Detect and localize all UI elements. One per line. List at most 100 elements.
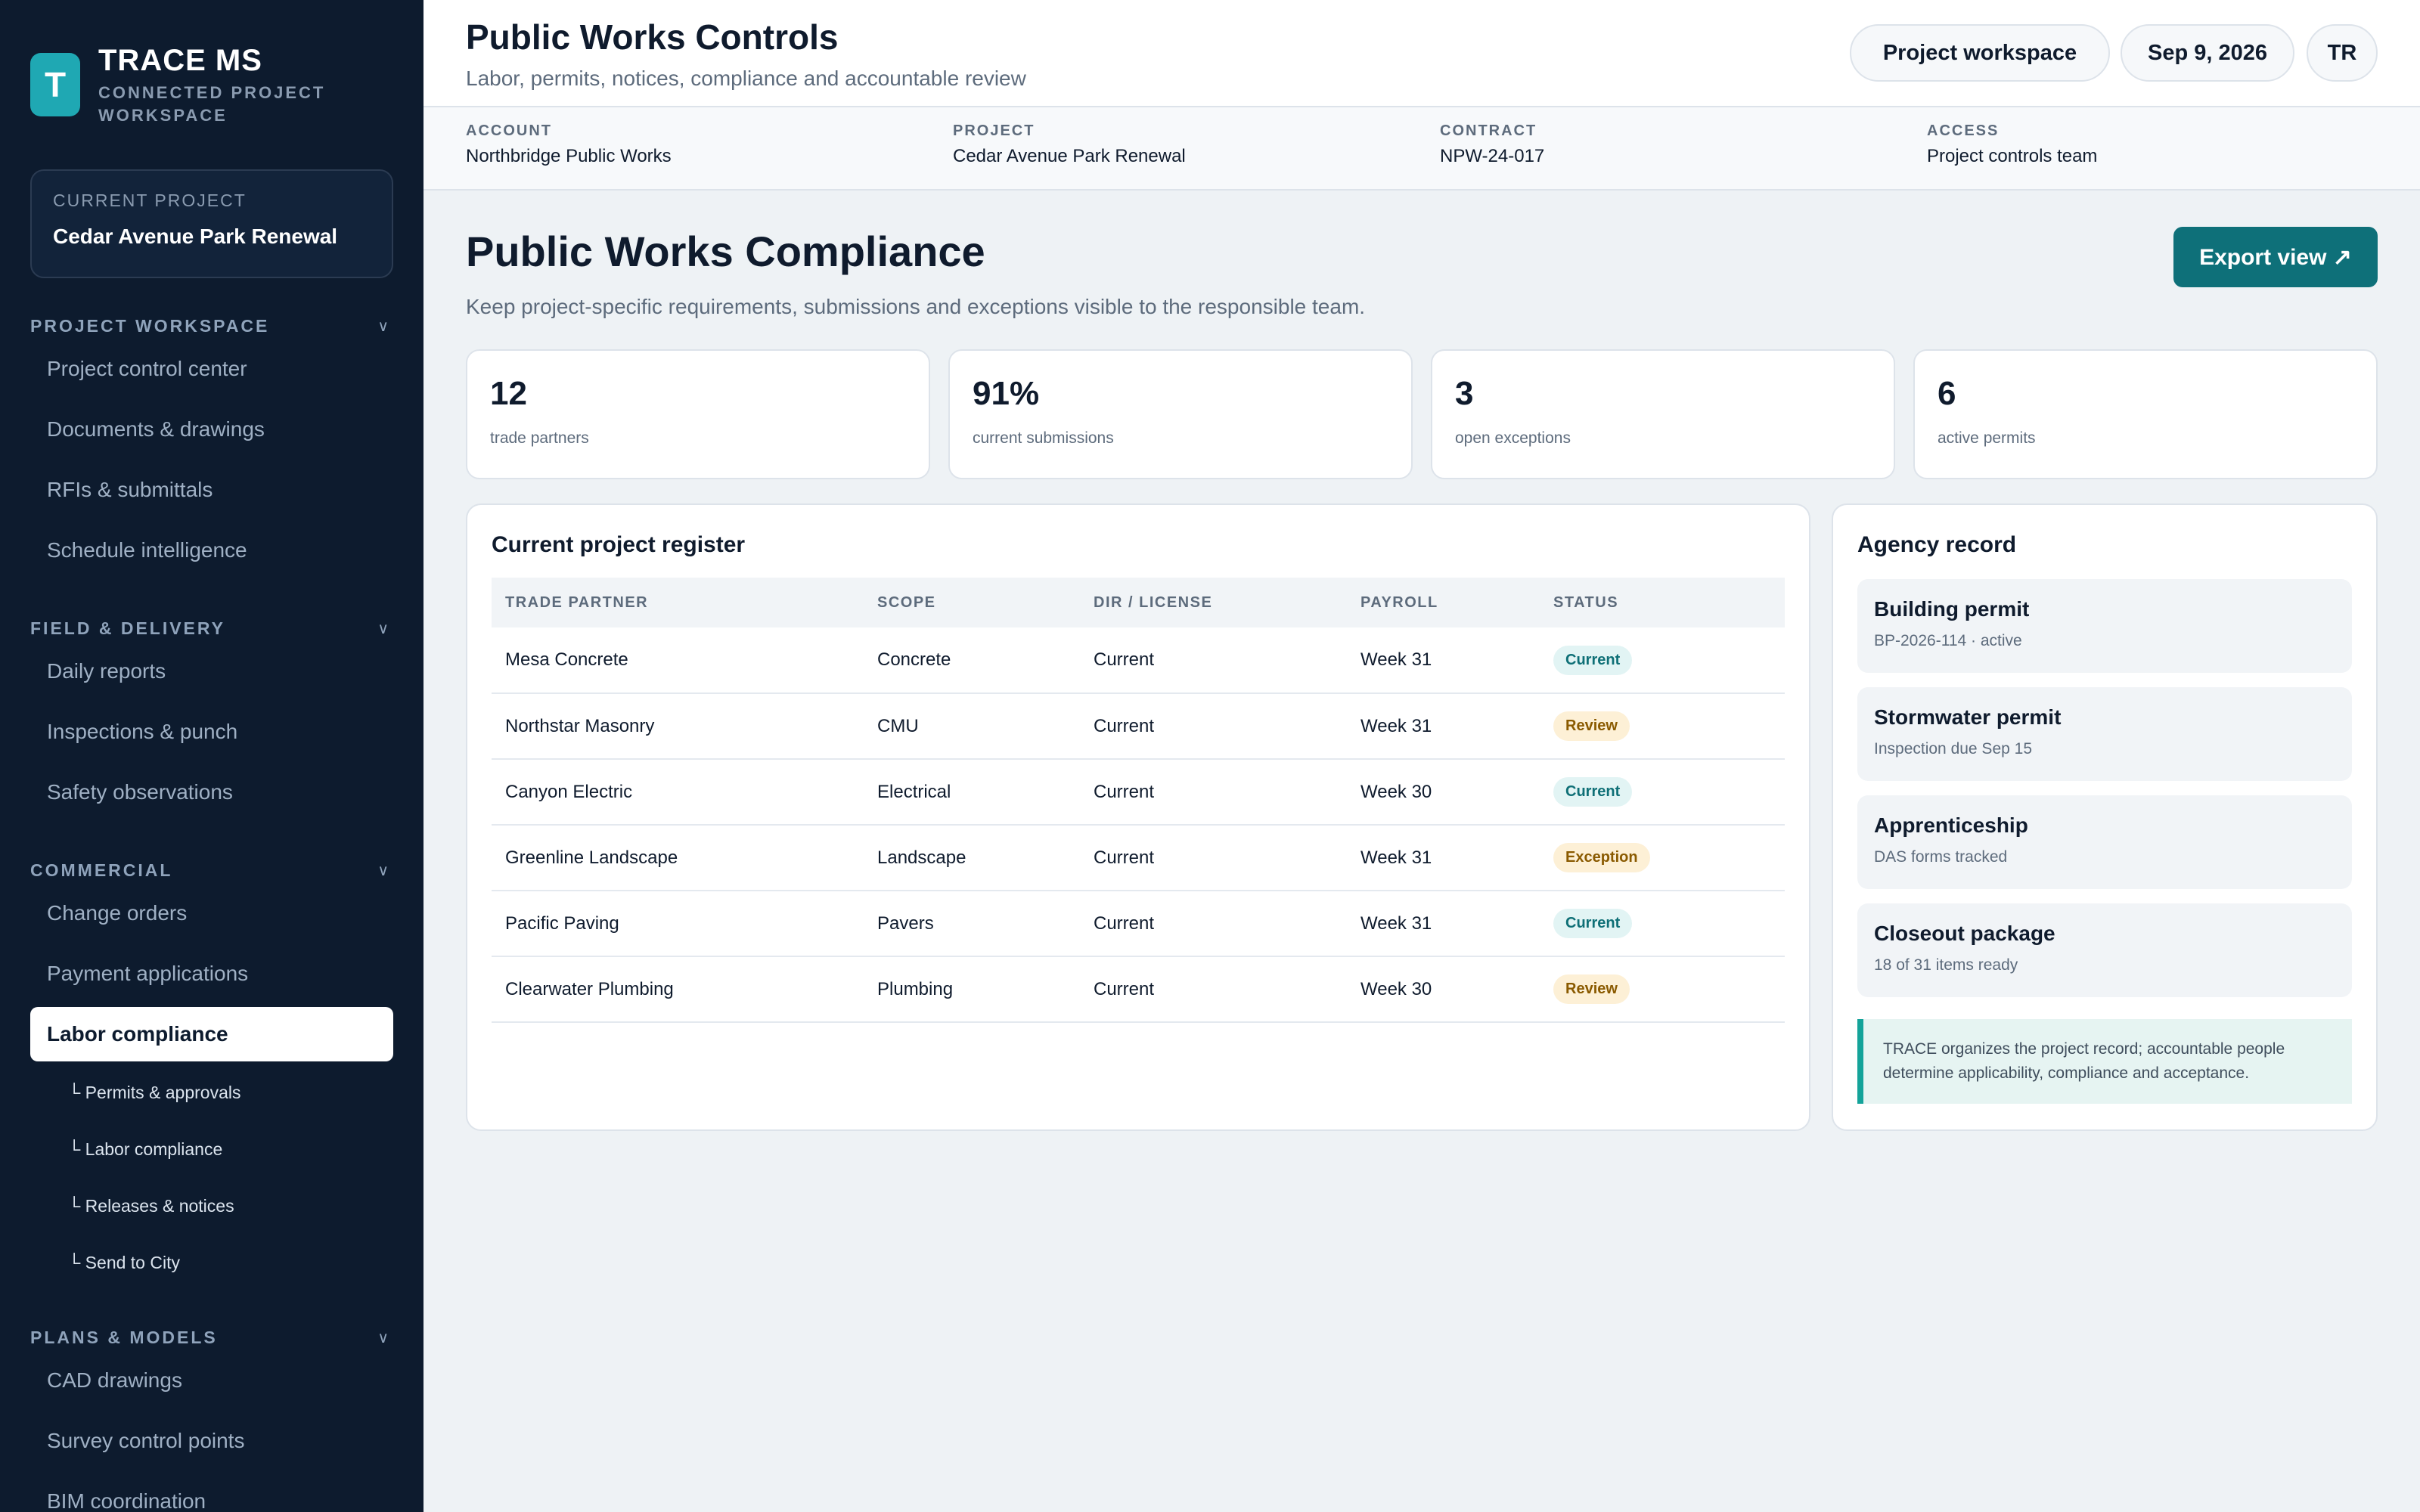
stat-value: 91%	[973, 375, 1040, 412]
column-header[interactable]: TRADE PARTNER	[492, 578, 864, 627]
nav-section-commercial: COMMERCIAL ∨ Change orders Payment appli…	[30, 857, 393, 1291]
cell-trade-partner: Northstar Masonry	[492, 693, 864, 760]
sidebar-item-cad-drawings[interactable]: CAD drawings	[30, 1350, 393, 1411]
sidebar-item-bim-coordination[interactable]: BIM coordination	[30, 1471, 393, 1512]
stat-card-open-exceptions: 3 open exceptions	[1431, 349, 1895, 479]
agency-record-apprenticeship[interactable]: Apprenticeship DAS forms tracked	[1857, 795, 2352, 889]
stat-card-trade-partners: 12 trade partners	[466, 349, 930, 479]
sidebar-subitem-releases-notices[interactable]: └ Releases & notices	[30, 1178, 393, 1235]
nav-section-title: PROJECT WORKSPACE	[30, 315, 270, 336]
table-row[interactable]: Greenline Landscape Landscape Current We…	[492, 825, 1785, 891]
nav-section-title: PLANS & MODELS	[30, 1327, 218, 1347]
nav-section-header[interactable]: COMMERCIAL ∨	[30, 857, 393, 883]
stat-label: current submissions	[973, 429, 1114, 447]
meta-value: Northbridge Public Works	[466, 146, 672, 166]
nav-section-header[interactable]: PROJECT WORKSPACE ∨	[30, 313, 393, 339]
agency-record-building-permit[interactable]: Building permit BP-2026-114 · active	[1857, 579, 2352, 673]
sidebar-item-payment-applications[interactable]: Payment applications	[30, 943, 393, 1004]
sidebar-item-survey-control-points[interactable]: Survey control points	[30, 1411, 393, 1471]
workspace-pill-button[interactable]: Project workspace	[1850, 24, 2110, 82]
table-row[interactable]: Pacific Paving Pavers Current Week 31 Cu…	[492, 891, 1785, 957]
sidebar-item-daily-reports[interactable]: Daily reports	[30, 641, 393, 702]
meta-access: ACCESS Project controls team	[1927, 122, 2097, 167]
table-row[interactable]: Canyon Electric Electrical Current Week …	[492, 759, 1785, 826]
agency-note: TRACE organizes the project record; acco…	[1857, 1019, 2352, 1104]
agency-record-stormwater-permit[interactable]: Stormwater permit Inspection due Sep 15	[1857, 687, 2352, 781]
record-detail: Inspection due Sep 15	[1874, 740, 2032, 758]
header-title: Public Works Controls	[466, 17, 839, 57]
cell-trade-partner: Clearwater Plumbing	[492, 956, 864, 1023]
sidebar-subitem-send-to-city[interactable]: └ Send to City	[30, 1235, 393, 1291]
cell-scope: Electrical	[864, 759, 1080, 826]
cell-payroll: Week 30	[1347, 759, 1540, 826]
export-view-button[interactable]: Export view ↗	[2173, 227, 2378, 287]
agency-record-closeout-package[interactable]: Closeout package 18 of 31 items ready	[1857, 903, 2352, 997]
cell-status: Exception	[1540, 825, 1785, 891]
sidebar-subitem-labor-compliance[interactable]: └ Labor compliance	[30, 1121, 393, 1178]
page-description: Keep project-specific requirements, subm…	[466, 295, 1366, 318]
nav-section-workspace: PROJECT WORKSPACE ∨ Project control cent…	[30, 313, 393, 581]
meta-key: CONTRACT	[1440, 122, 1537, 139]
meta-key: PROJECT	[953, 122, 1035, 139]
cell-dir-license: Current	[1080, 825, 1347, 891]
table-row[interactable]: Clearwater Plumbing Plumbing Current Wee…	[492, 956, 1785, 1023]
nav-section-field: FIELD & DELIVERY ∨ Daily reports Inspect…	[30, 615, 393, 823]
sidebar-item-rfis-submittals[interactable]: RFIs & submittals	[30, 460, 393, 520]
status-badge: Review	[1553, 974, 1630, 1004]
sidebar-item-change-orders[interactable]: Change orders	[30, 883, 393, 943]
column-header[interactable]: STATUS	[1540, 578, 1785, 627]
record-title: Stormwater permit	[1874, 705, 2062, 729]
header-subtitle: Labor, permits, notices, compliance and …	[466, 67, 1026, 90]
project-meta-bar: ACCOUNT Northbridge Public Works PROJECT…	[424, 107, 2420, 191]
page-title: Public Works Compliance	[466, 228, 985, 275]
table-row[interactable]: Northstar Masonry CMU Current Week 31 Re…	[492, 693, 1785, 760]
cell-dir-license: Current	[1080, 956, 1347, 1023]
nav-section-header[interactable]: PLANS & MODELS ∨	[30, 1325, 393, 1350]
column-header[interactable]: PAYROLL	[1347, 578, 1540, 627]
sidebar-item-labor-compliance[interactable]: Labor compliance	[30, 1007, 393, 1061]
nav-section-title: COMMERCIAL	[30, 860, 173, 880]
cell-payroll: Week 30	[1347, 956, 1540, 1023]
table-row[interactable]: Mesa Concrete Concrete Current Week 31 C…	[492, 627, 1785, 694]
sidebar: T TRACE MS CONNECTED PROJECT WORKSPACE C…	[0, 0, 424, 1512]
date-pill-button[interactable]: Sep 9, 2026	[2121, 24, 2294, 82]
stat-value: 12	[490, 375, 527, 412]
avatar[interactable]: TR	[2307, 24, 2378, 82]
sidebar-item-project-control-center[interactable]: Project control center	[30, 339, 393, 399]
record-title: Closeout package	[1874, 922, 2055, 945]
cell-status: Review	[1540, 693, 1785, 760]
meta-contract: CONTRACT NPW-24-017	[1440, 122, 1544, 167]
cell-trade-partner: Mesa Concrete	[492, 627, 864, 694]
status-badge: Current	[1553, 777, 1633, 807]
sidebar-item-schedule-intelligence[interactable]: Schedule intelligence	[30, 520, 393, 581]
register-table: TRADE PARTNER SCOPE DIR / LICENSE PAYROL…	[492, 578, 1785, 1023]
status-badge: Review	[1553, 711, 1630, 741]
chevron-down-icon: ∨	[377, 862, 389, 879]
meta-value: Project controls team	[1927, 146, 2098, 166]
brand-logo-icon: T	[30, 53, 80, 116]
current-project-card[interactable]: CURRENT PROJECT Cedar Avenue Park Renewa…	[30, 169, 393, 278]
stat-label: active permits	[1938, 429, 2036, 447]
chevron-down-icon: ∨	[377, 620, 389, 637]
meta-account: ACCOUNT Northbridge Public Works	[466, 122, 672, 167]
nav-section-title: FIELD & DELIVERY	[30, 618, 225, 638]
cell-payroll: Week 31	[1347, 627, 1540, 694]
cell-trade-partner: Greenline Landscape	[492, 825, 864, 891]
cell-dir-license: Current	[1080, 693, 1347, 760]
meta-value: Cedar Avenue Park Renewal	[953, 146, 1186, 166]
column-header[interactable]: SCOPE	[864, 578, 1080, 627]
table-header-row: TRADE PARTNER SCOPE DIR / LICENSE PAYROL…	[492, 578, 1785, 627]
sidebar-item-safety-observations[interactable]: Safety observations	[30, 762, 393, 823]
status-badge: Exception	[1553, 843, 1650, 872]
record-detail: DAS forms tracked	[1874, 848, 2008, 866]
cell-scope: Plumbing	[864, 956, 1080, 1023]
column-header[interactable]: DIR / LICENSE	[1080, 578, 1347, 627]
stat-card-active-permits: 6 active permits	[1913, 349, 2378, 479]
nav-section-header[interactable]: FIELD & DELIVERY ∨	[30, 615, 393, 641]
cell-trade-partner: Canyon Electric	[492, 759, 864, 826]
current-project-name: Cedar Avenue Park Renewal	[53, 225, 338, 248]
sidebar-item-inspections-punch[interactable]: Inspections & punch	[30, 702, 393, 762]
sidebar-item-documents-drawings[interactable]: Documents & drawings	[30, 399, 393, 460]
sidebar-subitem-permits-approvals[interactable]: └ Permits & approvals	[30, 1064, 393, 1121]
project-register-card: Current project register TRADE PARTNER S…	[466, 503, 1810, 1131]
